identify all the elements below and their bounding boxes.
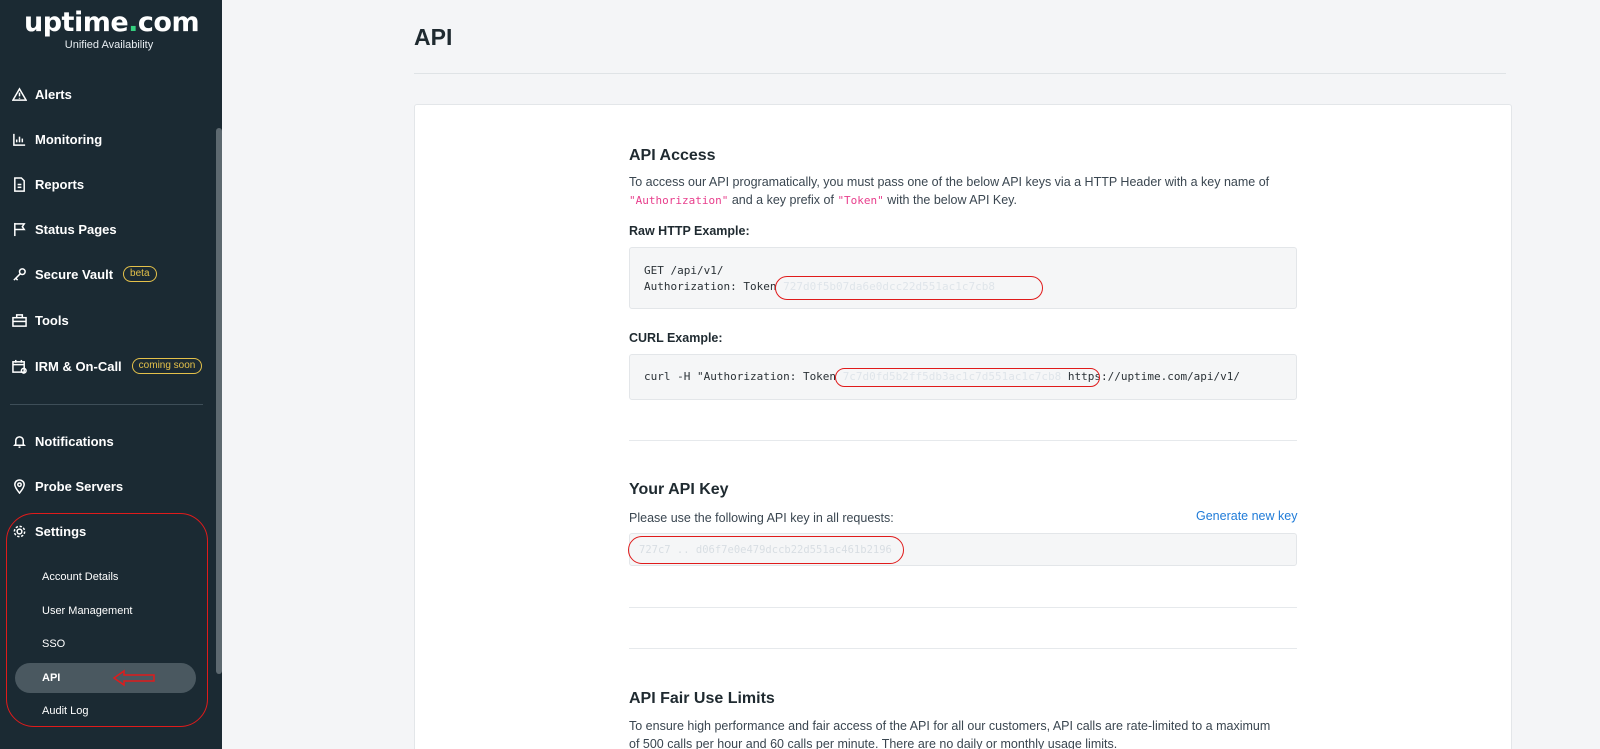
red-oval-annotation-settings bbox=[6, 513, 208, 727]
sidebar-scrollbar[interactable] bbox=[216, 128, 222, 674]
sidebar-item-notifications[interactable]: Notifications bbox=[12, 430, 114, 452]
red-oval-annotation-curl-token bbox=[835, 368, 1100, 387]
raw-http-label: Raw HTTP Example: bbox=[629, 224, 750, 238]
sidebar-item-label: Reports bbox=[35, 176, 85, 192]
sidebar-item-tools[interactable]: Tools bbox=[12, 309, 69, 331]
sidebar-item-label: IRM & On-Call bbox=[35, 358, 122, 374]
coming-soon-badge: coming soon bbox=[131, 358, 203, 374]
sidebar-item-status-pages[interactable]: Status Pages bbox=[12, 218, 117, 240]
sidebar-item-secure-vault[interactable]: Secure Vault beta bbox=[12, 263, 157, 285]
logo-tagline: Unified Availability bbox=[64, 39, 154, 51]
bell-icon bbox=[12, 434, 27, 449]
curl-label: CURL Example: bbox=[629, 331, 723, 345]
sidebar-item-alerts[interactable]: Alerts bbox=[12, 83, 72, 105]
title-divider bbox=[414, 73, 1506, 74]
chart-icon bbox=[12, 132, 27, 147]
your-api-key-desc: Please use the following API key in all … bbox=[629, 511, 894, 525]
fair-use-heading: API Fair Use Limits bbox=[629, 690, 775, 707]
report-icon bbox=[12, 176, 27, 192]
your-api-key-heading: Your API Key bbox=[629, 481, 729, 498]
sidebar-divider bbox=[10, 404, 203, 405]
map-pin-icon bbox=[12, 478, 27, 494]
sidebar-item-label: Notifications bbox=[35, 433, 114, 449]
sidebar-item-monitoring[interactable]: Monitoring bbox=[12, 128, 102, 150]
flag-icon bbox=[12, 222, 27, 237]
page-title: API bbox=[414, 24, 453, 50]
section-divider bbox=[629, 440, 1297, 441]
sidebar-item-label: Alerts bbox=[35, 86, 72, 102]
logo-wordmark: uptime.com bbox=[24, 7, 200, 38]
alert-triangle-icon bbox=[12, 86, 27, 102]
section-divider bbox=[629, 607, 1297, 608]
token-code: "Token" bbox=[837, 194, 884, 207]
key-icon bbox=[12, 267, 27, 282]
sidebar-item-reports[interactable]: Reports bbox=[12, 173, 84, 195]
sidebar-item-label: Tools bbox=[35, 312, 69, 328]
fair-use-text: To ensure high performance and fair acce… bbox=[629, 719, 1271, 749]
calendar-icon bbox=[12, 359, 27, 374]
uptime-logo[interactable]: uptime.com Unified Availability bbox=[24, 7, 200, 52]
api-access-heading: API Access bbox=[629, 147, 716, 164]
sidebar-item-label: Monitoring bbox=[35, 131, 103, 147]
red-oval-annotation-raw-token bbox=[775, 276, 1043, 300]
generate-new-key-link[interactable]: Generate new key bbox=[1196, 509, 1297, 523]
sidebar-item-label: Probe Servers bbox=[35, 478, 124, 494]
beta-badge: beta bbox=[123, 266, 157, 282]
sidebar-item-label: Status Pages bbox=[35, 221, 117, 237]
sidebar-item-irm-on-call[interactable]: IRM & On-Call coming soon bbox=[12, 355, 203, 377]
sidebar-item-probe-servers[interactable]: Probe Servers bbox=[12, 475, 123, 497]
toolbox-icon bbox=[12, 313, 27, 328]
api-access-intro: To access our API programatically, you m… bbox=[629, 175, 1270, 207]
section-divider bbox=[629, 648, 1297, 649]
sidebar-item-label: Secure Vault bbox=[35, 266, 114, 282]
sidebar: uptime.com Unified Availability Alerts M… bbox=[0, 0, 222, 749]
red-oval-annotation-api-key bbox=[628, 536, 904, 564]
authorization-code: "Authorization" bbox=[629, 194, 729, 207]
